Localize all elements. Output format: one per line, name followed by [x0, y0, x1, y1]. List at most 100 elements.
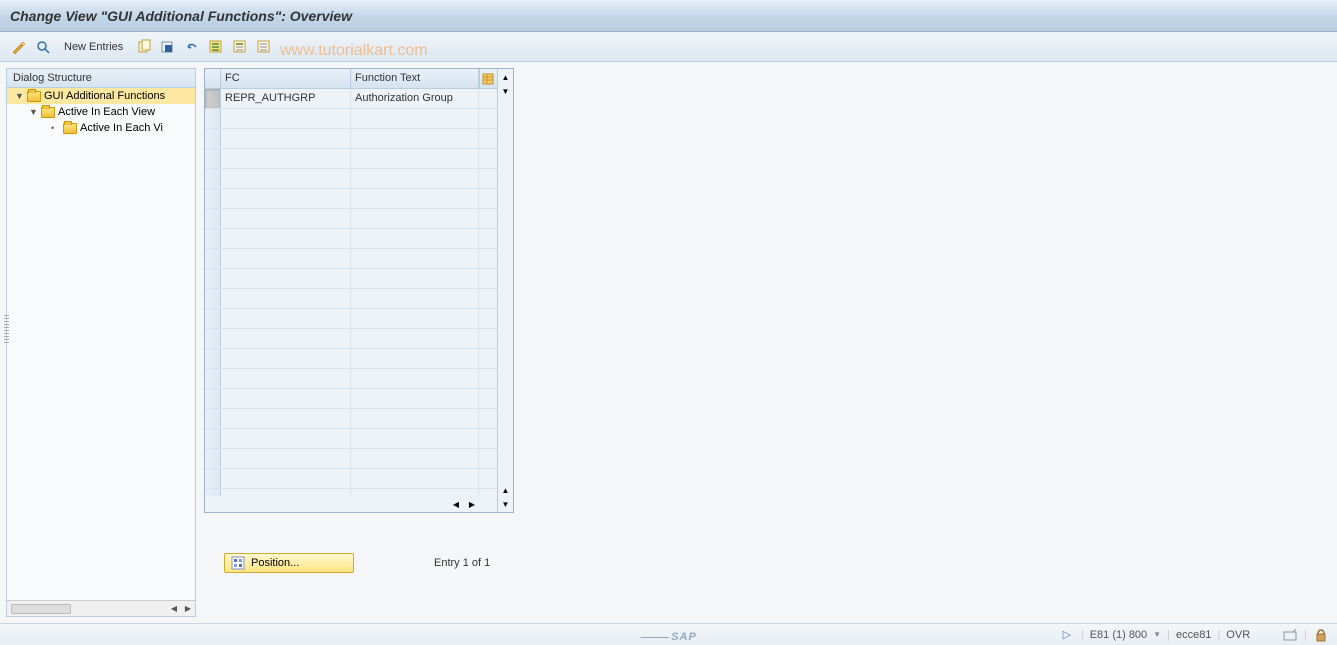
- cell-function-text[interactable]: [351, 249, 479, 268]
- table-row[interactable]: [205, 329, 497, 349]
- row-selector[interactable]: [205, 409, 221, 428]
- cell-function-text[interactable]: [351, 369, 479, 388]
- row-selector[interactable]: [205, 469, 221, 488]
- cell-function-text[interactable]: [351, 169, 479, 188]
- cell-fc[interactable]: [221, 489, 351, 496]
- cell-fc[interactable]: [221, 429, 351, 448]
- table-row[interactable]: [205, 369, 497, 389]
- cell-fc[interactable]: REPR_AUTHGRP: [221, 89, 351, 108]
- table-row[interactable]: [205, 209, 497, 229]
- cell-fc[interactable]: [221, 369, 351, 388]
- cell-function-text[interactable]: [351, 289, 479, 308]
- table-row[interactable]: [205, 489, 497, 496]
- cell-fc[interactable]: [221, 469, 351, 488]
- row-selector-header[interactable]: [205, 69, 221, 88]
- session-info-icon[interactable]: ▷: [1059, 628, 1075, 642]
- row-selector[interactable]: [205, 129, 221, 148]
- row-selector[interactable]: [205, 309, 221, 328]
- row-selector[interactable]: [205, 349, 221, 368]
- tree-node-active-in-each-view[interactable]: ▼ Active In Each View: [7, 104, 195, 120]
- row-selector[interactable]: [205, 489, 221, 496]
- table-row[interactable]: [205, 269, 497, 289]
- toggle-display-change-icon[interactable]: [10, 38, 28, 56]
- scroll-down-icon[interactable]: ▼: [499, 497, 513, 511]
- cell-fc[interactable]: [221, 269, 351, 288]
- row-selector[interactable]: [205, 429, 221, 448]
- row-selector[interactable]: [205, 229, 221, 248]
- other-view-icon[interactable]: [34, 38, 52, 56]
- cell-function-text[interactable]: [351, 489, 479, 496]
- cell-fc[interactable]: [221, 289, 351, 308]
- cell-fc[interactable]: [221, 449, 351, 468]
- layout-menu-icon[interactable]: [1282, 628, 1298, 642]
- select-block-icon[interactable]: [231, 38, 249, 56]
- cell-fc[interactable]: [221, 109, 351, 128]
- row-selector[interactable]: [205, 449, 221, 468]
- dropdown-icon[interactable]: ▼: [1153, 630, 1161, 639]
- table-row[interactable]: [205, 429, 497, 449]
- table-row[interactable]: [205, 449, 497, 469]
- scroll-right-icon[interactable]: ▶: [181, 602, 195, 616]
- lock-icon[interactable]: [1313, 628, 1329, 642]
- row-selector[interactable]: [205, 369, 221, 388]
- deselect-all-icon[interactable]: [255, 38, 273, 56]
- row-selector[interactable]: [205, 149, 221, 168]
- tree-horizontal-scrollbar[interactable]: ◀ ▶: [7, 600, 195, 616]
- table-settings-icon[interactable]: [479, 69, 495, 88]
- row-selector[interactable]: [205, 249, 221, 268]
- cell-function-text[interactable]: [351, 349, 479, 368]
- table-row[interactable]: [205, 129, 497, 149]
- cell-function-text[interactable]: [351, 209, 479, 228]
- table-horizontal-scrollbar[interactable]: ◀ ▶: [205, 496, 497, 512]
- cell-fc[interactable]: [221, 249, 351, 268]
- cell-function-text[interactable]: [351, 469, 479, 488]
- cell-function-text[interactable]: [351, 449, 479, 468]
- cell-function-text[interactable]: [351, 429, 479, 448]
- table-row[interactable]: [205, 169, 497, 189]
- row-selector[interactable]: [205, 389, 221, 408]
- cell-fc[interactable]: [221, 349, 351, 368]
- table-row[interactable]: REPR_AUTHGRP Authorization Group: [205, 89, 497, 109]
- panel-resize-handle[interactable]: [4, 315, 9, 345]
- undo-icon[interactable]: [183, 38, 201, 56]
- cell-fc[interactable]: [221, 209, 351, 228]
- cell-function-text[interactable]: [351, 149, 479, 168]
- cell-function-text[interactable]: [351, 109, 479, 128]
- select-all-icon[interactable]: [207, 38, 225, 56]
- tree-node-gui-additional-functions[interactable]: ▼ GUI Additional Functions: [7, 88, 195, 104]
- cell-function-text[interactable]: [351, 409, 479, 428]
- expand-collapse-icon[interactable]: ▼: [29, 107, 39, 117]
- table-row[interactable]: [205, 389, 497, 409]
- scroll-down-icon[interactable]: ▼: [499, 84, 513, 98]
- table-row[interactable]: [205, 249, 497, 269]
- row-selector[interactable]: [205, 109, 221, 128]
- table-row[interactable]: [205, 309, 497, 329]
- cell-function-text[interactable]: [351, 389, 479, 408]
- status-session[interactable]: E81 (1) 800: [1090, 629, 1147, 641]
- column-header-fc[interactable]: FC: [221, 69, 351, 88]
- cell-fc[interactable]: [221, 129, 351, 148]
- row-selector[interactable]: [205, 329, 221, 348]
- cell-function-text[interactable]: Authorization Group: [351, 89, 479, 108]
- cell-function-text[interactable]: [351, 309, 479, 328]
- cell-fc[interactable]: [221, 389, 351, 408]
- new-entries-button[interactable]: New Entries: [58, 39, 129, 55]
- scroll-left-icon[interactable]: ◀: [449, 497, 463, 511]
- row-selector[interactable]: [205, 269, 221, 288]
- cell-function-text[interactable]: [351, 229, 479, 248]
- table-row[interactable]: [205, 409, 497, 429]
- delete-icon[interactable]: [159, 38, 177, 56]
- position-button[interactable]: Position...: [224, 553, 354, 573]
- cell-fc[interactable]: [221, 169, 351, 188]
- scroll-left-icon[interactable]: ◀: [167, 602, 181, 616]
- table-row[interactable]: [205, 289, 497, 309]
- cell-fc[interactable]: [221, 229, 351, 248]
- cell-fc[interactable]: [221, 409, 351, 428]
- cell-function-text[interactable]: [351, 329, 479, 348]
- table-row[interactable]: [205, 109, 497, 129]
- tree-node-active-in-each-vi[interactable]: • Active In Each Vi: [7, 120, 195, 136]
- row-selector[interactable]: [205, 289, 221, 308]
- row-selector[interactable]: [205, 89, 221, 108]
- expand-collapse-icon[interactable]: ▼: [15, 91, 25, 101]
- row-selector[interactable]: [205, 209, 221, 228]
